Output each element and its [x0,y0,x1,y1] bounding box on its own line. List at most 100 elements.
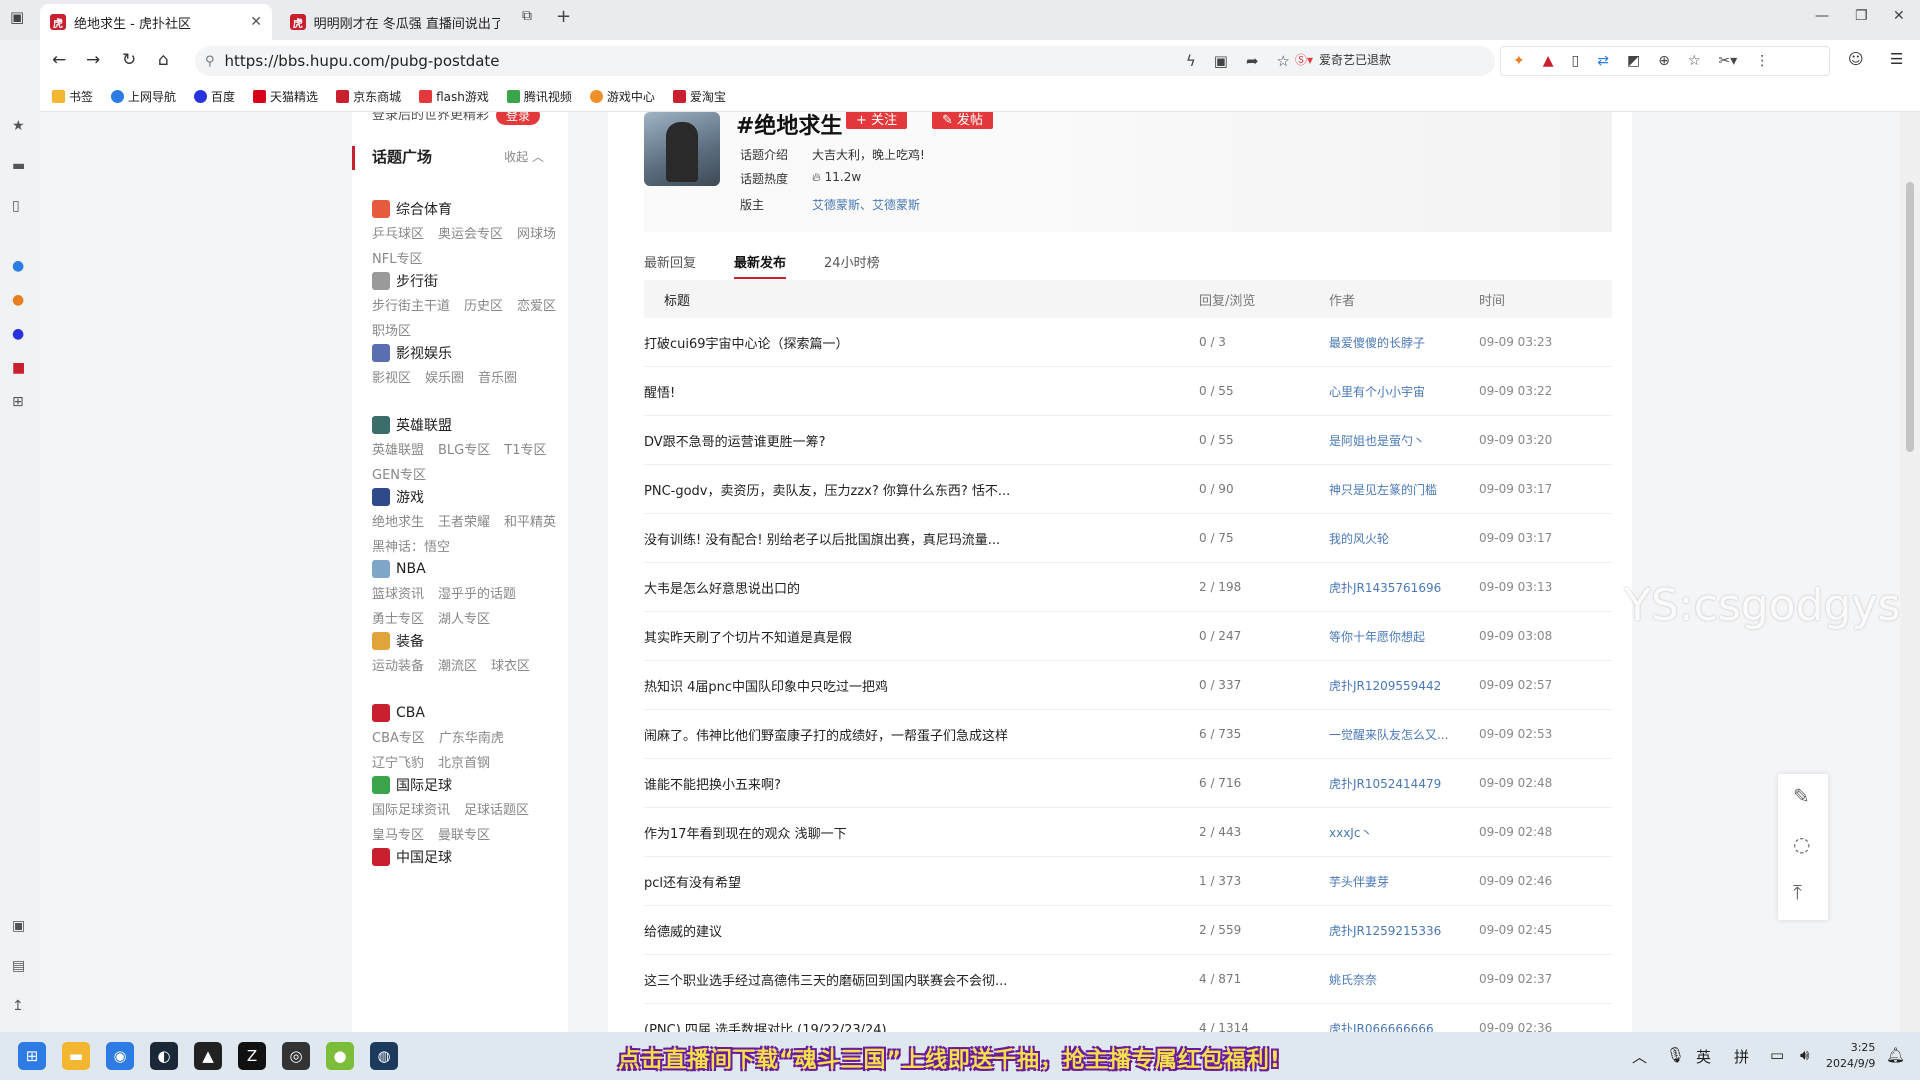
post-author-link[interactable]: 神只是见左篆的门槛 [1329,481,1479,498]
post-title-link[interactable]: 其实昨天刷了个切片不知道是真是假 [644,627,1199,646]
category-sub-link[interactable]: 影视区 [372,366,411,391]
category-head[interactable]: 游戏 [372,486,562,508]
category-sub-link[interactable]: NFL专区 [372,247,422,272]
collapse-button[interactable]: 收起 ︿ [504,148,544,165]
category-sub-link[interactable]: 广东华南虎 [439,726,504,751]
bookmark-item[interactable]: 天猫精选 [253,88,318,105]
category-sub-link[interactable]: 绝地求生 [372,510,424,535]
tab-latest-reply[interactable]: 最新回复 [644,252,696,279]
category-sub-link[interactable]: 王者荣耀 [438,510,490,535]
post-author-link[interactable]: 一觉醒来队友怎么又... [1329,726,1479,743]
pdf-extension-icon[interactable]: ▲ [1543,53,1554,69]
tray-up-icon[interactable]: ︿ [1632,1046,1647,1067]
moderator-link[interactable]: 艾德蒙斯、艾德蒙斯 [812,196,920,213]
category-sub-link[interactable]: 网球场 [517,222,556,247]
post-author-link[interactable]: 虎扑JR066666666 [1329,1020,1479,1033]
bookmark-item[interactable]: 游戏中心 [589,88,655,105]
pin-icon[interactable]: ↥ [12,998,24,1014]
category-head[interactable]: CBA [372,702,562,724]
reader-icon[interactable]: ▣ [1214,52,1228,70]
folder-icon[interactable]: ▬ [12,158,25,174]
close-window-icon[interactable]: ✕ [1893,8,1905,24]
post-title-link[interactable]: 谁能不能把换小五来啊? [644,774,1199,793]
category-sub-link[interactable]: 皇马专区 [372,823,424,848]
bookmark-star-icon[interactable]: ☆ [1688,53,1701,69]
back-to-top-icon[interactable]: ⤒ [1793,880,1802,904]
post-button[interactable]: ✎ 发帖 [932,112,994,129]
category-sub-link[interactable]: 运动装备 [372,654,424,679]
post-title-link[interactable]: PNC-godv，卖资历，卖队友，压力zzx? 你算什么东西? 恬不... [644,480,1199,499]
notification-icon[interactable]: 🔔︎ [1886,1046,1905,1064]
post-title-link[interactable]: 醒悟! [644,382,1199,401]
post-author-link[interactable]: 最爱傻傻的长脖子 [1329,334,1479,351]
category-sub-link[interactable]: CBA专区 [372,726,425,751]
close-tab-icon[interactable]: ✕ [250,14,262,30]
category-head[interactable]: NBA [372,558,562,580]
bookmark-item[interactable]: 京东商城 [336,88,401,105]
category-head[interactable]: 英雄联盟 [372,414,562,436]
post-author-link[interactable]: 等你十年愿你想起 [1329,628,1479,645]
category-sub-link[interactable]: 英雄联盟 [372,438,424,463]
forward-icon[interactable]: → [86,50,100,70]
post-title-link[interactable]: (PNC) 四届 选手数据对比 (19/22/23/24) [644,1019,1199,1033]
category-sub-link[interactable]: 湖人专区 [438,607,490,632]
category-sub-link[interactable]: 潮流区 [438,654,477,679]
tab-latest-post[interactable]: 最新发布 [734,252,787,279]
category-sub-link[interactable]: 娱乐圈 [425,366,464,391]
search-app-icon[interactable]: ● [12,258,24,274]
phone-extension-icon[interactable]: ▯ [1572,53,1580,69]
post-title-link[interactable]: 热知识 4届pnc中国队印象中只吃过一把鸡 [644,676,1199,695]
reload-icon[interactable]: ↻ [122,50,136,70]
profile-icon[interactable]: ☺ [1848,50,1864,68]
category-head[interactable]: 综合体育 [372,198,562,220]
volume-icon[interactable]: 🔊︎ [1800,1046,1809,1064]
bookmark-item[interactable]: 书签 [52,88,93,105]
clock[interactable]: 3:25 2024/9/9 [1826,1040,1875,1072]
network-icon[interactable]: ▭ [1770,1046,1784,1064]
toolbox-icon[interactable]: ▤ [12,958,25,974]
category-sub-link[interactable]: T1专区 [504,438,546,463]
game-app-icon[interactable]: ▲ [194,1042,222,1070]
post-author-link[interactable]: 我的风火轮 [1329,530,1479,547]
category-head[interactable]: 装备 [372,630,562,652]
new-tab-icon[interactable]: + [556,6,571,27]
category-sub-link[interactable]: 球衣区 [491,654,530,679]
comment-icon[interactable]: ◌ [1793,832,1810,856]
bookmark-item[interactable]: 腾讯视频 [506,88,572,105]
post-author-link[interactable]: 姚氏奈奈 [1329,971,1479,988]
category-head[interactable]: 影视娱乐 [372,342,562,364]
bookmark-item[interactable]: 爱淘宝 [672,88,726,105]
ime-mode[interactable]: 拼 [1734,1046,1749,1067]
category-sub-link[interactable]: 历史区 [464,294,503,319]
category-sub-link[interactable]: 乒乓球区 [372,222,424,247]
category-sub-link[interactable]: 恋爱区 [517,294,556,319]
post-title-link[interactable]: 没有训练! 没有配合! 别给老子以后批国旗出赛，真尼玛流量... [644,529,1199,548]
steam-icon[interactable]: ◐ [150,1042,178,1070]
category-sub-link[interactable]: 音乐圈 [478,366,517,391]
ai-extension-icon[interactable]: ✦ [1513,53,1525,69]
hupu-app-icon[interactable]: ■ [12,360,25,376]
follow-button[interactable]: + 关注 [846,112,908,129]
category-head[interactable]: 国际足球 [372,774,562,796]
category-sub-link[interactable]: 湿乎乎的话题 [438,582,516,607]
obs-icon[interactable]: ◎ [282,1042,310,1070]
file-explorer-icon[interactable]: ▬ [62,1042,90,1070]
category-sub-link[interactable]: 国际足球资讯 [372,798,450,823]
browser-icon[interactable]: ◉ [106,1042,134,1070]
baidu-app-icon[interactable]: ● [12,326,24,342]
more-icon[interactable]: ⋮ [1755,53,1769,69]
category-sub-link[interactable]: 步行街主干道 [372,294,450,319]
start-icon[interactable]: ⊞ [18,1042,46,1070]
tab-list-icon[interactable]: ⧉ [522,8,532,24]
app-icon[interactable]: ● [326,1042,354,1070]
post-title-link[interactable]: DV跟不急哥的运营谁更胜一筹? [644,431,1199,450]
tab-active[interactable]: 虎 绝地求生 - 虎扑社区 ✕ [40,4,272,40]
post-author-link[interactable]: 是阿姐也是萤勺丶 [1329,432,1479,449]
add-app-icon[interactable]: ⊞ [12,394,24,410]
post-author-link[interactable]: 虎扑JR1052414479 [1329,775,1479,792]
bookmark-item[interactable]: flash游戏 [419,88,489,105]
url-text[interactable]: https://bbs.hupu.com/pubg-postdate [225,52,500,70]
tab-24h-rank[interactable]: 24小时榜 [824,252,880,279]
translate-extension-icon[interactable]: ⇄ [1597,53,1609,69]
screen-icon[interactable]: ▣ [12,918,25,934]
